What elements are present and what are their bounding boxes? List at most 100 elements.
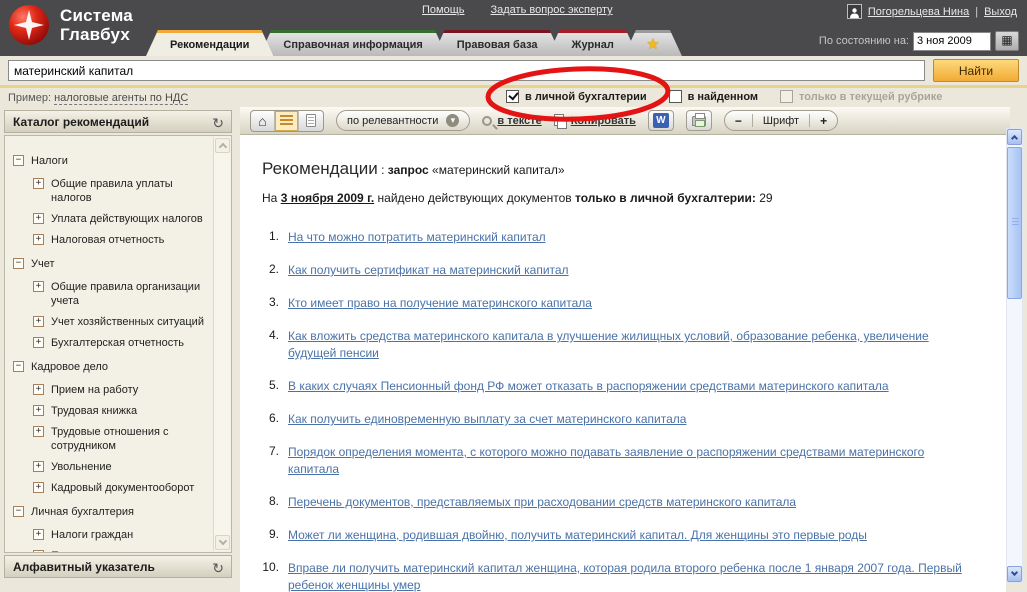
- tree-node[interactable]: + Кадровый документооборот: [33, 481, 207, 495]
- user-name-link[interactable]: Погорельцева Нина: [868, 6, 969, 18]
- summary-date-link[interactable]: 3 ноября 2009 г.: [281, 191, 375, 205]
- tree-node[interactable]: + Общие правила уплаты налогов: [33, 177, 207, 205]
- expand-icon[interactable]: +: [33, 316, 44, 327]
- checkbox-personal-accounting[interactable]: в личной бухгалтерии: [506, 90, 647, 103]
- copy-control[interactable]: Копировать: [553, 114, 636, 129]
- result-link[interactable]: Как вложить средства материнского капита…: [288, 328, 962, 362]
- tree-node[interactable]: + Учет хозяйственных ситуаций: [33, 315, 207, 329]
- expand-icon[interactable]: +: [33, 482, 44, 493]
- tree-node[interactable]: + Налоговая отчетность: [33, 233, 207, 247]
- tab-favorites[interactable]: ★: [624, 30, 682, 56]
- tree-node-label[interactable]: Общие правила уплаты налогов: [51, 177, 207, 205]
- scroll-down-button[interactable]: [215, 535, 230, 550]
- tab-recommendations[interactable]: Рекомендации: [146, 30, 273, 56]
- result-link[interactable]: Порядок определения момента, с которого …: [288, 444, 962, 478]
- catalog-header[interactable]: Каталог рекомендаций ↻: [4, 110, 232, 133]
- expand-icon[interactable]: +: [33, 550, 44, 552]
- collapse-icon[interactable]: −: [13, 155, 24, 166]
- tree-node-label[interactable]: Увольнение: [51, 460, 112, 474]
- scrollbar-thumb[interactable]: [1007, 147, 1022, 299]
- tree-node-label[interactable]: Бухгалтерская отчетность: [51, 336, 184, 350]
- search-in-text[interactable]: в тексте: [482, 115, 542, 127]
- result-link[interactable]: Вправе ли получить материнский капитал ж…: [288, 560, 962, 592]
- document-view-button[interactable]: [299, 111, 323, 131]
- tree-node[interactable]: + Налоги граждан: [33, 528, 207, 542]
- tree-node-label[interactable]: Трудовые отношения с сотрудником: [51, 425, 207, 453]
- tab-journal[interactable]: Журнал: [548, 30, 638, 56]
- tree-node[interactable]: + Трудовые отношения с сотрудником: [33, 425, 207, 453]
- font-decrease-button[interactable]: −: [735, 114, 742, 128]
- checkbox-checked-icon[interactable]: [506, 90, 519, 103]
- tab-legal-base[interactable]: Правовая база: [433, 30, 562, 56]
- scroll-up-button[interactable]: [1007, 129, 1022, 145]
- expand-icon[interactable]: +: [33, 426, 44, 437]
- tree-node[interactable]: + Прием на работу: [33, 383, 207, 397]
- expand-icon[interactable]: +: [33, 461, 44, 472]
- export-word-button[interactable]: W: [647, 110, 674, 131]
- tree-node-accounting[interactable]: − Учет: [13, 257, 207, 271]
- expand-icon[interactable]: +: [33, 405, 44, 416]
- expand-icon[interactable]: +: [33, 337, 44, 348]
- result-link[interactable]: Кто имеет право на получение материнског…: [288, 295, 592, 312]
- result-link[interactable]: На что можно потратить материнский капит…: [288, 229, 546, 246]
- tree-node-taxes[interactable]: − Налоги: [13, 154, 207, 168]
- expand-icon[interactable]: +: [33, 384, 44, 395]
- checkbox-icon[interactable]: [668, 90, 682, 103]
- result-link[interactable]: Как получить единовременную выплату за с…: [288, 411, 686, 428]
- tree-node[interactable]: + Увольнение: [33, 460, 207, 474]
- tree-node[interactable]: + Трудовая книжка: [33, 404, 207, 418]
- result-link[interactable]: Перечень документов, представляемых при …: [288, 494, 796, 511]
- tree-node-label[interactable]: Налоговая отчетность: [51, 233, 164, 247]
- collapse-icon[interactable]: −: [13, 258, 24, 269]
- help-link[interactable]: Помощь: [422, 4, 465, 16]
- alphabet-header[interactable]: Алфавитный указатель ↻: [4, 555, 232, 578]
- refresh-icon[interactable]: ↻: [212, 557, 224, 579]
- tree-node[interactable]: + Общие правила организации учета: [33, 280, 207, 308]
- search-input[interactable]: [8, 60, 925, 81]
- scroll-up-button[interactable]: [215, 138, 230, 153]
- tree-node-label[interactable]: Учет: [31, 257, 55, 271]
- sidebar-scrollbar[interactable]: [213, 137, 230, 551]
- tree-node-label[interactable]: Кадровое дело: [31, 360, 108, 374]
- expand-icon[interactable]: +: [33, 213, 44, 224]
- tree-node-label[interactable]: Налоги граждан: [51, 528, 133, 542]
- copy-link[interactable]: Копировать: [571, 115, 636, 127]
- tree-node[interactable]: + Уплата действующих налогов: [33, 212, 207, 226]
- tree-node-label[interactable]: Пенсионные накопления: [51, 549, 178, 552]
- tree-node-personal[interactable]: − Личная бухгалтерия: [13, 505, 207, 519]
- tree-node-label[interactable]: Налоги: [31, 154, 68, 168]
- result-link[interactable]: Может ли женщина, родившая двойню, получ…: [288, 527, 867, 544]
- home-view-button[interactable]: ⌂: [251, 110, 275, 131]
- calendar-button[interactable]: ▦: [995, 31, 1019, 51]
- date-input[interactable]: [913, 31, 991, 51]
- collapse-icon[interactable]: −: [13, 506, 24, 517]
- expand-icon[interactable]: +: [33, 234, 44, 245]
- expand-icon[interactable]: +: [33, 178, 44, 189]
- tree-node-label[interactable]: Учет хозяйственных ситуаций: [51, 315, 204, 329]
- tree-node-label[interactable]: Кадровый документооборот: [51, 481, 194, 495]
- tree-node[interactable]: + Пенсионные накопления: [33, 549, 207, 552]
- result-link[interactable]: Как получить сертификат на материнский к…: [288, 262, 569, 279]
- list-view-button[interactable]: [275, 110, 299, 131]
- expand-icon[interactable]: +: [33, 281, 44, 292]
- tree-node-hr[interactable]: − Кадровое дело: [13, 360, 207, 374]
- result-link[interactable]: В каких случаях Пенсионный фонд РФ может…: [288, 378, 889, 395]
- ask-expert-link[interactable]: Задать вопрос эксперту: [491, 4, 613, 16]
- tab-reference-info[interactable]: Справочная информация: [259, 30, 446, 56]
- print-button[interactable]: [685, 110, 712, 131]
- scroll-down-button[interactable]: [1007, 566, 1022, 582]
- in-text-link[interactable]: в тексте: [497, 115, 541, 127]
- tree-node-label[interactable]: Трудовая книжка: [51, 404, 137, 418]
- tree-node-label[interactable]: Уплата действующих налогов: [51, 212, 203, 226]
- logout-link[interactable]: Выход: [984, 6, 1017, 18]
- expand-icon[interactable]: +: [33, 529, 44, 540]
- tree-node[interactable]: + Бухгалтерская отчетность: [33, 336, 207, 350]
- collapse-icon[interactable]: −: [13, 361, 24, 372]
- tree-node-label[interactable]: Личная бухгалтерия: [31, 505, 134, 519]
- sort-dropdown[interactable]: по релевантности ▾: [336, 110, 471, 131]
- checkbox-in-found[interactable]: в найденном: [668, 90, 758, 103]
- content-scrollbar[interactable]: [1006, 128, 1023, 583]
- tree-node-label[interactable]: Общие правила организации учета: [51, 280, 207, 308]
- font-increase-button[interactable]: +: [820, 114, 827, 128]
- tree-node-label[interactable]: Прием на работу: [51, 383, 138, 397]
